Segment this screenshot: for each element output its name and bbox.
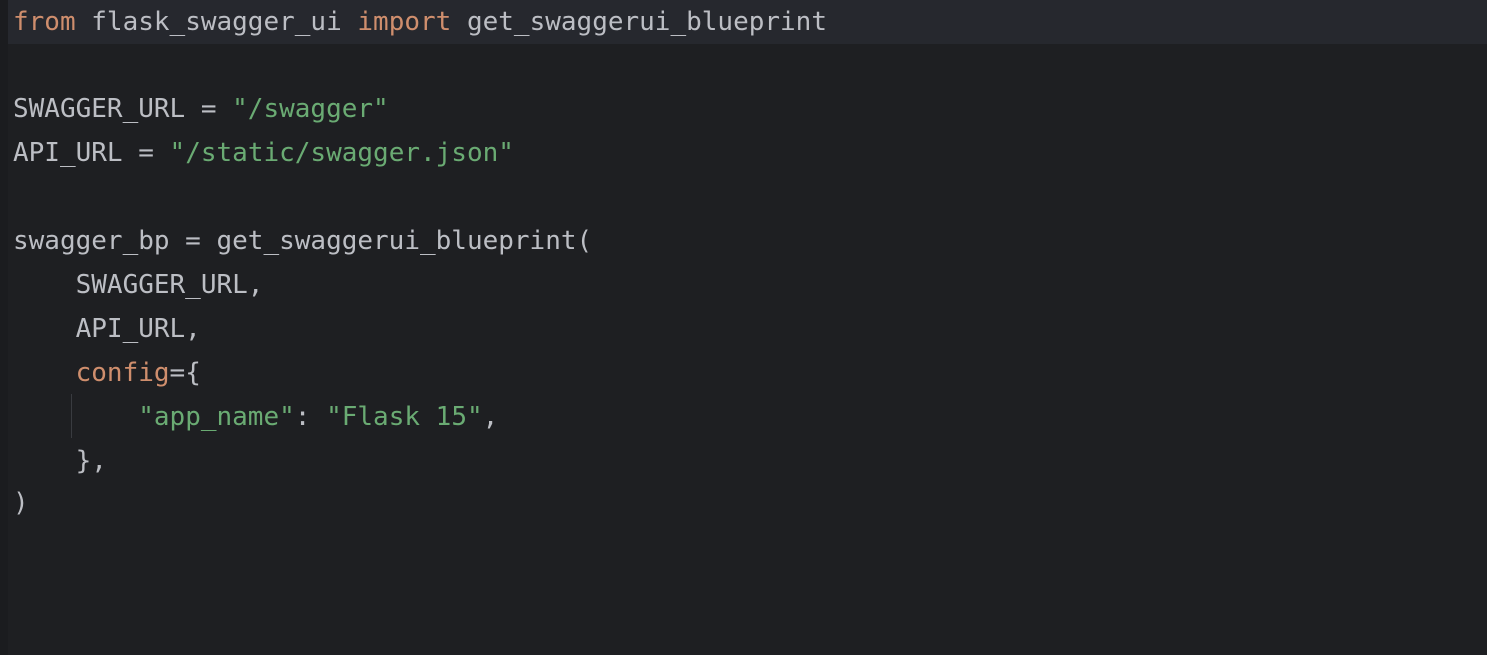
code-token: }, bbox=[13, 446, 107, 476]
code-token: "Flask 15" bbox=[326, 402, 483, 432]
code-line[interactable]: SWAGGER_URL, bbox=[13, 263, 1487, 307]
code-token: SWAGGER_URL = bbox=[13, 94, 233, 124]
code-token: : bbox=[294, 402, 327, 432]
code-token: config bbox=[75, 358, 170, 388]
code-token: API_URL = bbox=[13, 138, 170, 168]
code-editor[interactable]: from flask_swagger_ui import get_swagger… bbox=[0, 0, 1487, 655]
code-line[interactable]: SWAGGER_URL = "/swagger" bbox=[13, 87, 1487, 131]
code-line[interactable]: API_URL = "/static/swagger.json" bbox=[13, 131, 1487, 175]
code-token: SWAGGER_URL, bbox=[13, 270, 264, 300]
code-line[interactable]: from flask_swagger_ui import get_swagger… bbox=[8, 0, 1487, 44]
code-token: API_URL, bbox=[13, 314, 201, 344]
code-line[interactable]: swagger_bp = get_swaggerui_blueprint( bbox=[13, 219, 1487, 263]
code-token: ={ bbox=[169, 358, 201, 388]
code-token: swagger_bp = get_swaggerui_blueprint( bbox=[13, 226, 593, 256]
code-line[interactable]: }, bbox=[13, 439, 1487, 483]
code-line[interactable] bbox=[13, 43, 1487, 87]
code-line[interactable] bbox=[13, 175, 1487, 219]
code-line[interactable]: config={ bbox=[13, 351, 1487, 395]
editor-gutter-edge bbox=[0, 0, 8, 655]
code-token: "/static/swagger.json" bbox=[169, 138, 514, 168]
code-token: flask_swagger_ui bbox=[75, 7, 358, 37]
code-line[interactable]: ) bbox=[13, 481, 1487, 525]
code-token: "app_name" bbox=[138, 402, 295, 432]
code-token: "/swagger" bbox=[232, 94, 389, 124]
code-token: ) bbox=[13, 488, 29, 518]
code-line[interactable]: "app_name": "Flask 15", bbox=[13, 395, 1487, 439]
code-token: , bbox=[482, 402, 499, 432]
code-line[interactable]: API_URL, bbox=[13, 307, 1487, 351]
code-token: import bbox=[357, 7, 452, 37]
code-token: get_swaggerui_blueprint bbox=[451, 7, 827, 37]
code-token: from bbox=[13, 7, 76, 37]
